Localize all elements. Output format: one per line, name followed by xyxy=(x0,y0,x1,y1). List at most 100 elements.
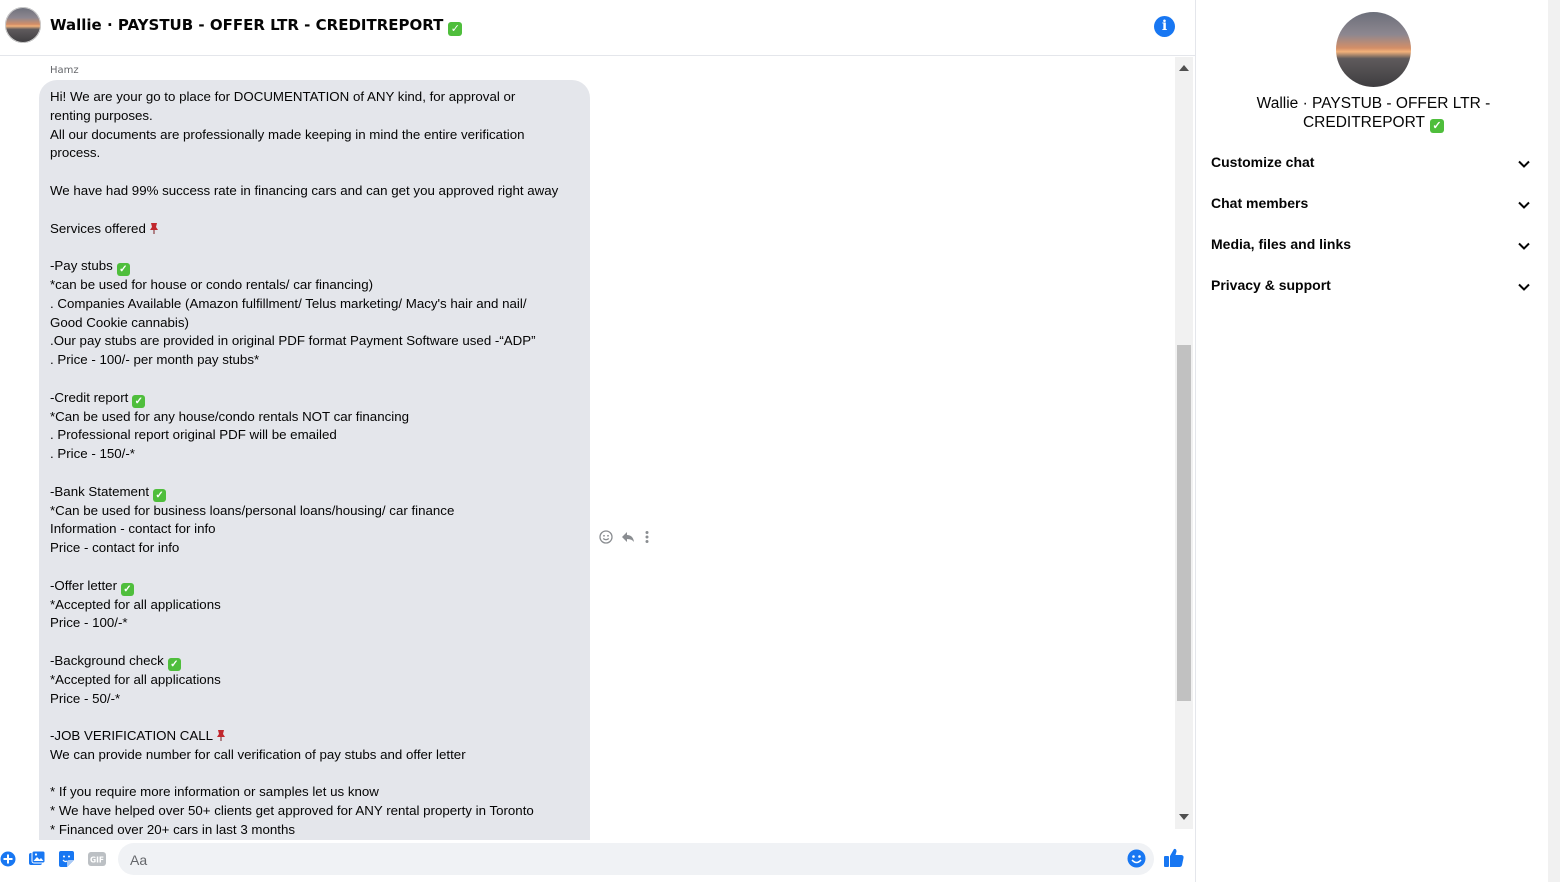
verified-check-icon: ✓ xyxy=(448,22,463,36)
conversation-title-text: Wallie · PAYSTUB - OFFER LTR - CREDITREP… xyxy=(50,16,444,34)
section-privacy-support[interactable]: Privacy & support xyxy=(1211,274,1531,298)
message-line-text: * Financed over 20+ cars in last 3 month… xyxy=(50,822,296,838)
chevron-down-icon xyxy=(1517,156,1531,170)
message-line-text: -Offer letter xyxy=(50,577,117,593)
sender-name: Hamz xyxy=(50,65,79,76)
message-line: . Professional report original PDF will … xyxy=(50,426,579,445)
check-mark-icon: ✓ xyxy=(121,582,134,596)
chevron-down-icon xyxy=(1517,238,1531,252)
thumbs-up-icon[interactable] xyxy=(1163,847,1185,869)
more-options-icon[interactable] xyxy=(643,529,651,545)
message-line-text: *Accepted for all applications xyxy=(50,596,221,612)
message-line: We can provide number for call verificat… xyxy=(50,746,579,765)
scroll-down-arrow-icon[interactable] xyxy=(1179,814,1189,820)
message-line-text: . Professional report original PDF will … xyxy=(50,427,337,443)
message-line: Good Cookie cannabis) xyxy=(50,314,579,333)
message-line: -Bank Statement ✓ xyxy=(50,483,579,502)
message-line: process. xyxy=(50,144,579,163)
message-line-text: *can be used for house or condo rentals/… xyxy=(50,276,374,292)
message-line: *Can be used for any house/condo rentals… xyxy=(50,408,579,427)
message-line: Price - 100/-* xyxy=(50,614,579,633)
check-mark-icon: ✓ xyxy=(167,657,181,671)
message-line: * We have helped over 50+ clients get ap… xyxy=(50,802,579,821)
scroll-up-arrow-icon[interactable] xyxy=(1179,65,1189,71)
message-line: renting purposes. xyxy=(50,107,579,126)
message-line-text: . Companies Available (Amazon fulfillmen… xyxy=(50,295,527,311)
message-line: Hi! We are your go to place for DOCUMENT… xyxy=(50,88,579,107)
message-line: . Companies Available (Amazon fulfillmen… xyxy=(50,295,579,314)
conversation-info-panel: Wallie · PAYSTUB - OFFER LTR - CREDITREP… xyxy=(1195,0,1548,882)
message-line-text: *Accepted for all applications xyxy=(50,671,221,687)
message-line-text: Hi! We are your go to place for DOCUMENT… xyxy=(50,89,516,104)
reply-icon[interactable] xyxy=(620,529,636,545)
message-line-text: -Pay stubs xyxy=(50,258,113,274)
message-line: . Price - 100/- per month pay stubs* xyxy=(50,351,579,370)
sticker-icon[interactable] xyxy=(57,850,75,868)
message-line-text: *Can be used for any house/condo rentals… xyxy=(50,408,409,424)
section-customize-chat[interactable]: Customize chat xyxy=(1211,151,1531,175)
conversation-title[interactable]: Wallie · PAYSTUB - OFFER LTR - CREDITREP… xyxy=(50,16,463,36)
message-line-text: .Our pay stubs are provided in original … xyxy=(50,333,536,349)
react-icon[interactable] xyxy=(598,529,614,545)
message-line: *Accepted for all applications xyxy=(50,671,579,690)
section-media-files-links[interactable]: Media, files and links xyxy=(1211,233,1531,257)
message-line: We have had 99% success rate in financin… xyxy=(50,182,579,201)
section-label: Privacy & support xyxy=(1211,277,1331,293)
message-line-text: Price - 100/-* xyxy=(50,615,128,631)
gif-icon[interactable]: GIF xyxy=(87,850,107,868)
info-icon[interactable]: i xyxy=(1154,16,1175,37)
message-line-text: Good Cookie cannabis) xyxy=(50,314,189,330)
panel-avatar[interactable] xyxy=(1336,12,1411,87)
message-line: Price - contact for info xyxy=(50,539,579,558)
plus-circle-icon[interactable] xyxy=(0,850,16,868)
message-line: *Can be used for business loans/personal… xyxy=(50,502,579,521)
message-line-text: Information - contact for info xyxy=(50,521,216,537)
window-scrollbar[interactable] xyxy=(1548,0,1560,882)
message-line-text: Services offered xyxy=(50,220,146,236)
chevron-down-icon xyxy=(1517,197,1531,211)
message-text: Hi! We are your go to place for DOCUMENT… xyxy=(50,88,579,840)
panel-title-text: Wallie · PAYSTUB - OFFER LTR - CREDITREP… xyxy=(1256,95,1491,131)
conversation-avatar[interactable] xyxy=(5,7,41,43)
section-label: Customize chat xyxy=(1211,154,1315,170)
pushpin-icon xyxy=(148,221,160,234)
thread-scrollbar[interactable] xyxy=(1175,57,1193,829)
message-line: * Financed over 20+ cars in last 3 month… xyxy=(50,821,579,840)
check-mark-icon: ✓ xyxy=(132,394,146,408)
section-chat-members[interactable]: Chat members xyxy=(1211,192,1531,216)
message-line-text: -Background check xyxy=(50,652,164,668)
smiley-icon[interactable] xyxy=(1127,849,1146,868)
composer: GIF xyxy=(0,840,1195,882)
panel-title: Wallie · PAYSTUB - OFFER LTR - CREDITREP… xyxy=(1236,94,1511,133)
message-line-text: We have had 99% success rate in financin… xyxy=(50,182,559,198)
pushpin-icon xyxy=(215,728,227,742)
message-line: -JOB VERIFICATION CALL xyxy=(50,727,579,746)
check-mark-icon: ✓ xyxy=(153,488,167,502)
message-line: -Background check ✓ xyxy=(50,652,579,671)
chevron-down-icon xyxy=(1517,279,1531,293)
message-line-text: *Can be used for business loans/personal… xyxy=(50,502,455,518)
image-icon[interactable] xyxy=(28,850,46,868)
message-line: Price - 50/-* xyxy=(50,690,579,709)
scroll-thumb[interactable] xyxy=(1177,345,1191,701)
message-line: *can be used for house or condo rentals/… xyxy=(50,276,579,295)
message-line-text: -JOB VERIFICATION CALL xyxy=(50,728,214,744)
message-line-text: . Price - 150/-* xyxy=(50,446,135,462)
message-input-box[interactable] xyxy=(118,843,1154,877)
message-line-text: process. xyxy=(50,145,101,161)
message-bubble[interactable]: Hi! We are your go to place for DOCUMENT… xyxy=(39,80,590,840)
message-line: Services offered xyxy=(50,220,579,239)
message-line: .Our pay stubs are provided in original … xyxy=(50,332,579,351)
message-input[interactable] xyxy=(128,843,1122,877)
message-line-text: . Price - 100/- per month pay stubs* xyxy=(50,352,260,368)
section-label: Media, files and links xyxy=(1211,236,1352,252)
message-thread: Hamz Hi! We are your go to place for DOC… xyxy=(0,57,1195,840)
